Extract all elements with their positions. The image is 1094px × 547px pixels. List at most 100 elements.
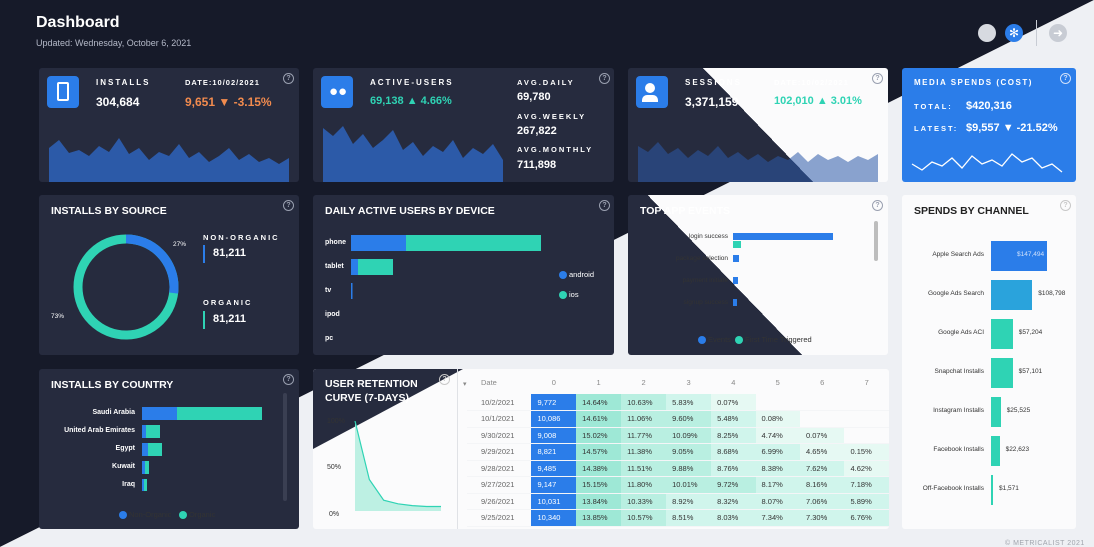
table-row: 9/27/2021 9,147 15.15% 11.80% 10.01% 9.72% 8.1… (467, 476, 889, 494)
organic-legend-label: Organic (189, 510, 216, 519)
table-cell: 9/29/2021 (467, 443, 532, 461)
events-bar (733, 277, 738, 284)
events-scrollbar[interactable] (874, 221, 878, 261)
channel-bar (991, 319, 1013, 349)
next-arrow-icon[interactable]: ➜ (1049, 24, 1067, 42)
ios-bar (358, 259, 393, 275)
column-header[interactable]: 2 (621, 371, 666, 394)
table-cell: 10.63% (621, 394, 667, 411)
nonorganic-bar (142, 461, 145, 474)
table-row: 9/29/2021 8,821 14.57% 11.38% 9.05% 8.68% 6.99… (467, 443, 889, 461)
table-cell: 8.25% (711, 427, 756, 444)
help-icon[interactable]: ? (439, 374, 450, 385)
updated-date: Updated: Wednesday, October 6, 2021 (36, 38, 192, 48)
snowflake-icon[interactable]: ✻ (1005, 24, 1023, 42)
help-icon[interactable]: ? (599, 73, 610, 84)
table-cell: 10/1/2021 (467, 410, 532, 428)
country-scrollbar[interactable] (283, 393, 287, 501)
avg-weekly-label: AVG.WEEKLY (517, 112, 587, 121)
table-cell (800, 410, 845, 428)
table-cell: 10,031 (531, 493, 577, 510)
table-cell: 13.85% (576, 509, 622, 527)
ytick-50: 50% (327, 464, 342, 471)
channel-label: Instagram Installs (933, 407, 984, 414)
event-label: login success (688, 233, 728, 240)
channel-label: Google Ads ACI (938, 329, 984, 336)
organic-bar (146, 425, 160, 438)
organic-marker (203, 311, 205, 329)
table-cell: 9.72% (711, 476, 756, 494)
table-cell: 9/28/2021 (467, 460, 532, 477)
table-cell: 0.08% (755, 410, 800, 428)
help-icon[interactable]: ? (599, 200, 610, 211)
column-header[interactable]: 3 (666, 371, 711, 394)
help-icon[interactable]: ? (283, 374, 294, 385)
country-title: INSTALLS BY COUNTRY (51, 379, 174, 391)
table-cell: 8.16% (800, 476, 845, 494)
table-cell: 9/30/2021 (467, 427, 532, 444)
table-cell: 15.02% (576, 427, 622, 444)
events-bar (733, 299, 737, 306)
help-icon[interactable]: ? (283, 73, 294, 84)
table-cell: 8.17% (755, 476, 800, 494)
table-cell (844, 410, 889, 428)
table-cell: 8.38% (755, 460, 800, 477)
table-cell: 4.62% (844, 460, 889, 477)
table-cell: 10,340 (531, 509, 577, 527)
spends-title: SPENDS BY CHANNEL (914, 205, 1029, 217)
column-header[interactable]: 5 (756, 371, 800, 394)
nonorganic-legend-dot (119, 511, 127, 519)
table-cell: 8.07% (755, 493, 800, 510)
table-cell: 0.07% (800, 427, 845, 444)
channel-value: $147,494 (1017, 251, 1045, 258)
ios-legend-label: ios (569, 290, 579, 299)
first-legend-dot (735, 336, 743, 344)
column-header[interactable]: 7 (844, 371, 889, 394)
table-cell: 5.83% (666, 394, 712, 411)
country-label: Kuwait (112, 463, 135, 470)
table-cell: 11.80% (621, 476, 667, 494)
table-cell: 8.68% (711, 443, 756, 461)
installs-change: 9,651 ▼ -3.15% (185, 95, 272, 109)
column-header[interactable]: 0 (531, 371, 576, 394)
page-title: Dashboard (36, 14, 120, 31)
column-header[interactable]: 4 (711, 371, 755, 394)
sort-caret-icon[interactable]: ▾ (463, 380, 467, 388)
active-users-kpi-card: ●● ACTIVE-USERS 69,138 ▲ 4.66% AVG.DAILY… (313, 68, 614, 182)
organic-bar (145, 461, 149, 474)
retention-title: USER RETENTION CURVE (7-DAYS) (325, 378, 418, 404)
table-cell: 9,147 (531, 476, 577, 494)
sessions-sparkline (638, 142, 878, 182)
avg-monthly-value: 711,898 (517, 159, 557, 171)
sessions-change: 102,010 ▲ 3.01% (774, 95, 862, 107)
table-cell: 9,772 (531, 394, 577, 411)
table-cell: 8,821 (531, 443, 577, 461)
avg-daily-value: 69,780 (517, 91, 551, 103)
country-label: Saudi Arabia (92, 409, 135, 416)
table-cell (844, 394, 889, 411)
table-cell: 9/25/2021 (467, 509, 532, 527)
retention-curve-chart (354, 421, 441, 511)
table-cell: 10.33% (621, 493, 667, 510)
device-label: pc (325, 335, 334, 342)
help-icon[interactable]: ? (283, 200, 294, 211)
help-icon[interactable]: ? (872, 73, 883, 84)
installs-by-country-card: INSTALLS BY COUNTRY ? Saudi Arabia United… (39, 369, 299, 529)
help-icon[interactable]: ? (1060, 73, 1071, 84)
installs-by-source-card: INSTALLS BY SOURCE ? 27% 73% NON-ORGANIC… (39, 195, 299, 355)
first-triggered-bar (733, 241, 741, 248)
spends-by-channel-card: SPENDS BY CHANNEL ? Apple Search Ads $147… (902, 195, 1076, 529)
events-bar (733, 233, 833, 240)
column-header[interactable]: 1 (576, 371, 621, 394)
country-label: Egypt (115, 445, 135, 452)
help-icon[interactable]: ? (872, 200, 883, 211)
theme-toggle-icon[interactable] (978, 24, 996, 42)
avg-monthly-label: AVG.MONTHLY (517, 145, 594, 154)
help-icon[interactable]: ? (1060, 200, 1071, 211)
column-header[interactable]: 6 (800, 371, 844, 394)
device-label: ipod (325, 311, 340, 318)
header-divider (1036, 20, 1037, 46)
table-cell: 7.62% (800, 460, 845, 477)
organic-bar (148, 443, 162, 456)
column-header[interactable]: Date (467, 371, 531, 394)
